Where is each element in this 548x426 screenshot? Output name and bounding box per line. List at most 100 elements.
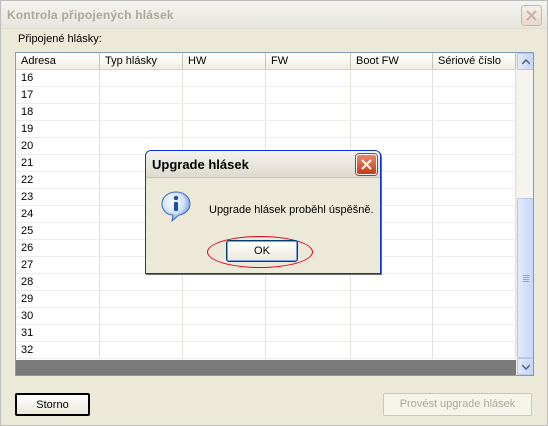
table-row[interactable]: 28 (16, 274, 516, 291)
table-row[interactable]: 31 (16, 325, 516, 342)
table-cell (433, 342, 516, 359)
table-cell (433, 138, 516, 155)
dialog-message: Upgrade hlásek proběhl úspěšně. (209, 204, 374, 216)
table-cell (433, 189, 516, 206)
grip-line (523, 281, 529, 282)
table-cell (183, 291, 266, 308)
table-cell (100, 121, 183, 138)
table-cell (100, 274, 183, 291)
table-cell (433, 172, 516, 189)
grip-line (523, 279, 529, 280)
column-header-fw[interactable]: FW (266, 53, 351, 69)
table-cell (433, 104, 516, 121)
dialog-title-bar: Upgrade hlásek (146, 151, 380, 178)
address-cell: 23 (16, 189, 100, 206)
table-cell (351, 342, 433, 359)
dialog-title: Upgrade hlásek (152, 157, 249, 172)
address-cell: 16 (16, 70, 100, 87)
column-header-boot-fw[interactable]: Boot FW (351, 53, 433, 69)
address-cell: 17 (16, 87, 100, 104)
table-row[interactable]: 16 (16, 70, 516, 87)
vertical-scrollbar[interactable] (516, 53, 533, 375)
address-cell: 22 (16, 172, 100, 189)
list-header: Adresa Typ hlásky HW FW Boot FW Sériové … (16, 53, 516, 70)
table-cell (266, 325, 351, 342)
table-cell (433, 223, 516, 240)
upgrade-button[interactable]: Provést upgrade hlásek (383, 393, 532, 416)
table-row[interactable]: 17 (16, 87, 516, 104)
window-title: Kontrola připojených hlásek (7, 8, 174, 22)
horizontal-scrollbar[interactable] (16, 360, 516, 375)
storno-button[interactable]: Storno (15, 393, 90, 416)
table-cell (433, 291, 516, 308)
table-cell (351, 308, 433, 325)
table-row[interactable]: 18 (16, 104, 516, 121)
table-cell (351, 274, 433, 291)
table-cell (100, 87, 183, 104)
dialog-close-button[interactable] (356, 154, 377, 175)
table-cell (183, 325, 266, 342)
scroll-down-button[interactable] (517, 358, 533, 375)
table-cell (183, 274, 266, 291)
close-icon (526, 10, 537, 21)
close-icon (361, 159, 372, 170)
scroll-thumb[interactable] (517, 198, 533, 358)
grip-line (523, 277, 529, 278)
scroll-up-button[interactable] (517, 53, 533, 70)
table-cell (266, 308, 351, 325)
upgrade-dialog: Upgrade hlásek Upgrade hlásek proběhl ús… (145, 150, 381, 274)
table-cell (266, 121, 351, 138)
table-row[interactable]: 30 (16, 308, 516, 325)
table-cell (266, 70, 351, 87)
title-bar: Kontrola připojených hlásek (1, 1, 547, 29)
column-header-address[interactable]: Adresa (16, 53, 100, 69)
table-cell (183, 342, 266, 359)
chevron-down-icon (522, 364, 530, 370)
table-cell (183, 121, 266, 138)
table-cell (266, 342, 351, 359)
table-cell (266, 87, 351, 104)
table-cell (351, 104, 433, 121)
table-cell (183, 104, 266, 121)
table-cell (433, 70, 516, 87)
info-icon (161, 191, 191, 222)
table-cell (100, 70, 183, 87)
chevron-up-icon (522, 59, 530, 65)
address-cell: 30 (16, 308, 100, 325)
table-row[interactable]: 19 (16, 121, 516, 138)
table-cell (100, 104, 183, 121)
table-cell (433, 308, 516, 325)
table-row[interactable]: 32 (16, 342, 516, 359)
column-header-type[interactable]: Typ hlásky (100, 53, 183, 69)
address-cell: 29 (16, 291, 100, 308)
address-cell: 25 (16, 223, 100, 240)
address-cell: 18 (16, 104, 100, 121)
grip-line (523, 275, 529, 276)
window-close-button[interactable] (521, 5, 542, 26)
ok-button[interactable]: OK (226, 240, 298, 262)
column-header-serial[interactable]: Sériové číslo (433, 53, 516, 69)
address-cell: 32 (16, 342, 100, 359)
address-cell: 27 (16, 257, 100, 274)
table-cell (351, 87, 433, 104)
table-cell (266, 291, 351, 308)
table-cell (351, 70, 433, 87)
table-cell (351, 291, 433, 308)
table-cell (433, 155, 516, 172)
table-cell (433, 121, 516, 138)
table-cell (183, 87, 266, 104)
table-cell (433, 240, 516, 257)
address-cell: 19 (16, 121, 100, 138)
table-cell (100, 342, 183, 359)
table-cell (433, 87, 516, 104)
address-cell: 26 (16, 240, 100, 257)
table-row[interactable]: 29 (16, 291, 516, 308)
table-cell (433, 206, 516, 223)
table-cell (433, 274, 516, 291)
table-cell (351, 121, 433, 138)
table-cell (183, 70, 266, 87)
address-cell: 20 (16, 138, 100, 155)
column-header-hw[interactable]: HW (183, 53, 266, 69)
table-cell (433, 257, 516, 274)
table-cell (100, 291, 183, 308)
